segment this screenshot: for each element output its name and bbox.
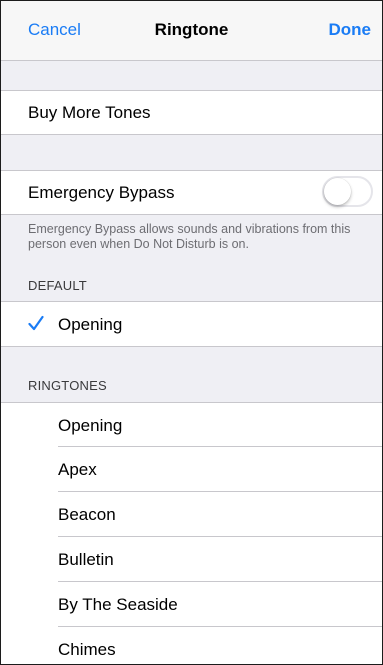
emergency-bypass-label: Emergency Bypass [28,183,175,202]
emergency-bypass-toggle[interactable] [322,176,373,207]
default-ringtone-label: Opening [58,315,123,334]
ringtones-section-header: RINGTONES [28,378,107,393]
emergency-bypass-row: Emergency Bypass [1,170,382,215]
ringtone-label: Beacon [58,505,116,524]
buy-more-tones-label: Buy More Tones [28,103,151,122]
default-section-header: DEFAULT [28,278,87,293]
page-title: Ringtone [154,20,229,39]
ringtone-label: Apex [58,460,97,479]
ringtone-row[interactable]: Opening [1,402,382,447]
ringtone-screen: Cancel Ringtone Done Buy More Tones Emer… [0,0,383,665]
ringtone-row[interactable]: Apex [1,447,382,492]
ringtone-row[interactable]: Bulletin [1,537,382,582]
ringtone-row[interactable]: Beacon [1,492,382,537]
default-ringtone-row[interactable]: Opening [1,301,382,347]
buy-more-tones-row[interactable]: Buy More Tones [1,90,382,135]
toggle-knob [324,178,351,205]
checkmark-icon [28,315,44,331]
ringtone-label: By The Seaside [58,595,178,614]
emergency-bypass-footnote: Emergency Bypass allows sounds and vibra… [28,222,351,251]
navigation-bar: Cancel Ringtone Done [1,1,382,61]
ringtone-label: Chimes [58,640,116,659]
ringtone-label: Bulletin [58,550,114,569]
ringtone-row[interactable]: By The Seaside [1,582,382,627]
ringtone-label: Opening [58,416,123,435]
done-button[interactable]: Done [329,20,372,40]
ringtone-row[interactable]: Chimes [1,627,382,664]
